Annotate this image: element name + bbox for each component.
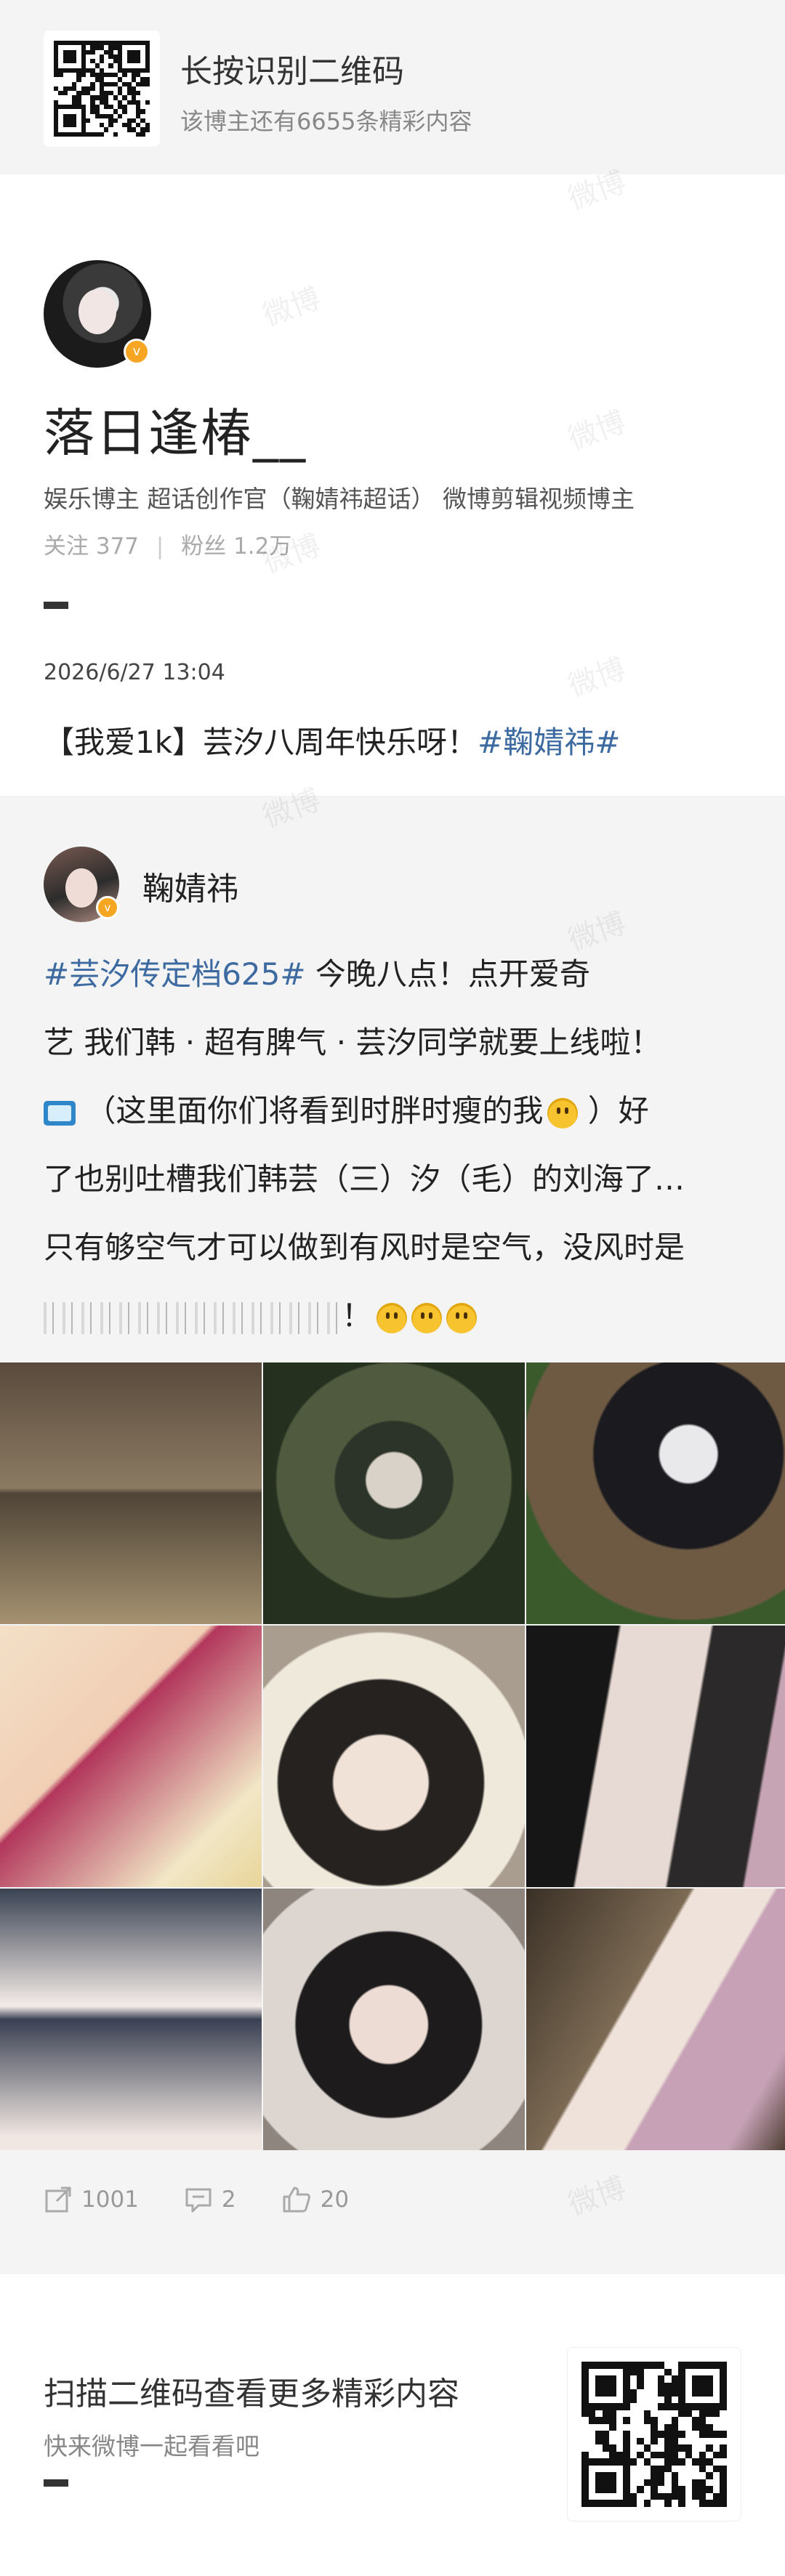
profile-stats: 关注 377 | 粉丝 1.2万 bbox=[44, 528, 291, 560]
comment-button[interactable]: 2 bbox=[184, 2185, 236, 2214]
qr-header: 长按识别二维码 该博主还有6655条精彩内容 bbox=[0, 0, 785, 174]
repost-text: ）好 bbox=[578, 1093, 649, 1128]
comment-icon bbox=[185, 2188, 212, 2213]
profile-name[interactable]: 落日逢椿__ bbox=[44, 392, 307, 466]
repost-line-5: 只有够空气才可以做到有风时是空气，没风时是 bbox=[44, 1230, 685, 1265]
footer-subtitle: 快来微博一起看看吧 bbox=[44, 2432, 259, 2460]
author-name[interactable]: 鞠婧祎 bbox=[142, 863, 238, 909]
footer-card: 扫描二维码查看更多精彩内容 快来微博一起看看吧 bbox=[0, 2274, 785, 2576]
image-grid bbox=[0, 1362, 785, 2150]
repost-hashtag-link[interactable]: #芸汐传定档625# bbox=[44, 956, 306, 992]
profile-card: v 落日逢椿__ 娱乐博主 超话创作官（鞠婧祎超话） 微博剪辑视频博主 关注 3… bbox=[0, 174, 785, 796]
following-count[interactable]: 377 bbox=[96, 533, 139, 560]
repost-text: 今晚八点！点开爱奇 bbox=[305, 956, 590, 992]
repost-button[interactable]: 1001 bbox=[44, 2185, 139, 2214]
post-image[interactable] bbox=[0, 1626, 262, 1887]
post-hashtag-link[interactable]: #鞠婧祎# bbox=[478, 724, 620, 760]
verified-badge-icon: v bbox=[96, 896, 119, 919]
post-image[interactable] bbox=[526, 1362, 785, 1624]
post-image[interactable] bbox=[0, 1362, 262, 1624]
repost-text: （这里面你们将看到时胖时瘦的我 bbox=[76, 1093, 544, 1128]
repost-line-2: 艺 我们韩 · 超有脾气 · 芸汐同学就要上线啦！ bbox=[44, 1025, 661, 1060]
verified-badge-icon: v bbox=[124, 339, 150, 365]
repost-card: v 鞠婧祎 #芸汐传定档625# 今晚八点！点开爱奇 艺 我们韩 · 超有脾气 … bbox=[0, 796, 785, 2274]
qr-code-icon[interactable] bbox=[44, 31, 160, 147]
comment-count: 2 bbox=[221, 2187, 236, 2213]
smile-emoji-icon bbox=[377, 1302, 408, 1333]
smile-emoji-icon bbox=[411, 1302, 443, 1333]
following-label: 关注 bbox=[44, 533, 89, 560]
repost-line-3: （这里面你们将看到时胖时瘦的我 ）好 bbox=[44, 1086, 649, 1131]
post-image[interactable] bbox=[263, 1626, 525, 1887]
qr-header-title: 长按识别二维码 bbox=[180, 53, 404, 90]
post-text-body: 【我爱1k】芸汐八周年快乐呀！ bbox=[44, 724, 478, 760]
action-bar: 1001 2 20 bbox=[44, 2181, 394, 2218]
footer-title: 扫描二维码查看更多精彩内容 bbox=[44, 2375, 459, 2413]
like-icon bbox=[283, 2187, 310, 2213]
repost-line-6: ！ bbox=[44, 1291, 478, 1336]
post-text: 【我爱1k】芸汐八周年快乐呀！#鞠婧祎# bbox=[44, 718, 620, 762]
post-image[interactable] bbox=[526, 1626, 785, 1887]
profile-tags: 娱乐博主 超话创作官（鞠婧祎超话） 微博剪辑视频博主 bbox=[44, 485, 635, 513]
smile-emoji-icon bbox=[446, 1302, 478, 1333]
post-image[interactable] bbox=[263, 1362, 525, 1624]
smile-emoji-icon bbox=[547, 1097, 579, 1128]
repost-line-4: 了也别吐槽我们韩芸（三）汐（毛）的刘海了… bbox=[44, 1161, 685, 1197]
tv-emoji-icon bbox=[44, 1100, 76, 1126]
repost-icon bbox=[45, 2187, 71, 2213]
qr-code-icon[interactable] bbox=[567, 2347, 741, 2522]
repost-line-1: #芸汐传定档625# 今晚八点！点开爱奇 bbox=[44, 950, 590, 994]
like-button[interactable]: 20 bbox=[281, 2185, 349, 2214]
followers-label: 粉丝 bbox=[181, 533, 227, 560]
obscured-text bbox=[44, 1301, 342, 1334]
repost-count: 1001 bbox=[81, 2187, 139, 2213]
section-divider bbox=[44, 2479, 68, 2487]
qr-header-subtitle: 该博主还有6655条精彩内容 bbox=[180, 108, 472, 135]
post-image[interactable] bbox=[0, 1889, 262, 2150]
like-count: 20 bbox=[320, 2187, 350, 2213]
post-image[interactable] bbox=[263, 1889, 525, 2150]
stats-divider: | bbox=[156, 533, 164, 560]
post-image[interactable] bbox=[526, 1889, 785, 2150]
section-divider bbox=[44, 602, 68, 609]
post-date: 2026/6/27 13:04 bbox=[44, 660, 225, 685]
repost-text: ！ bbox=[342, 1298, 373, 1333]
